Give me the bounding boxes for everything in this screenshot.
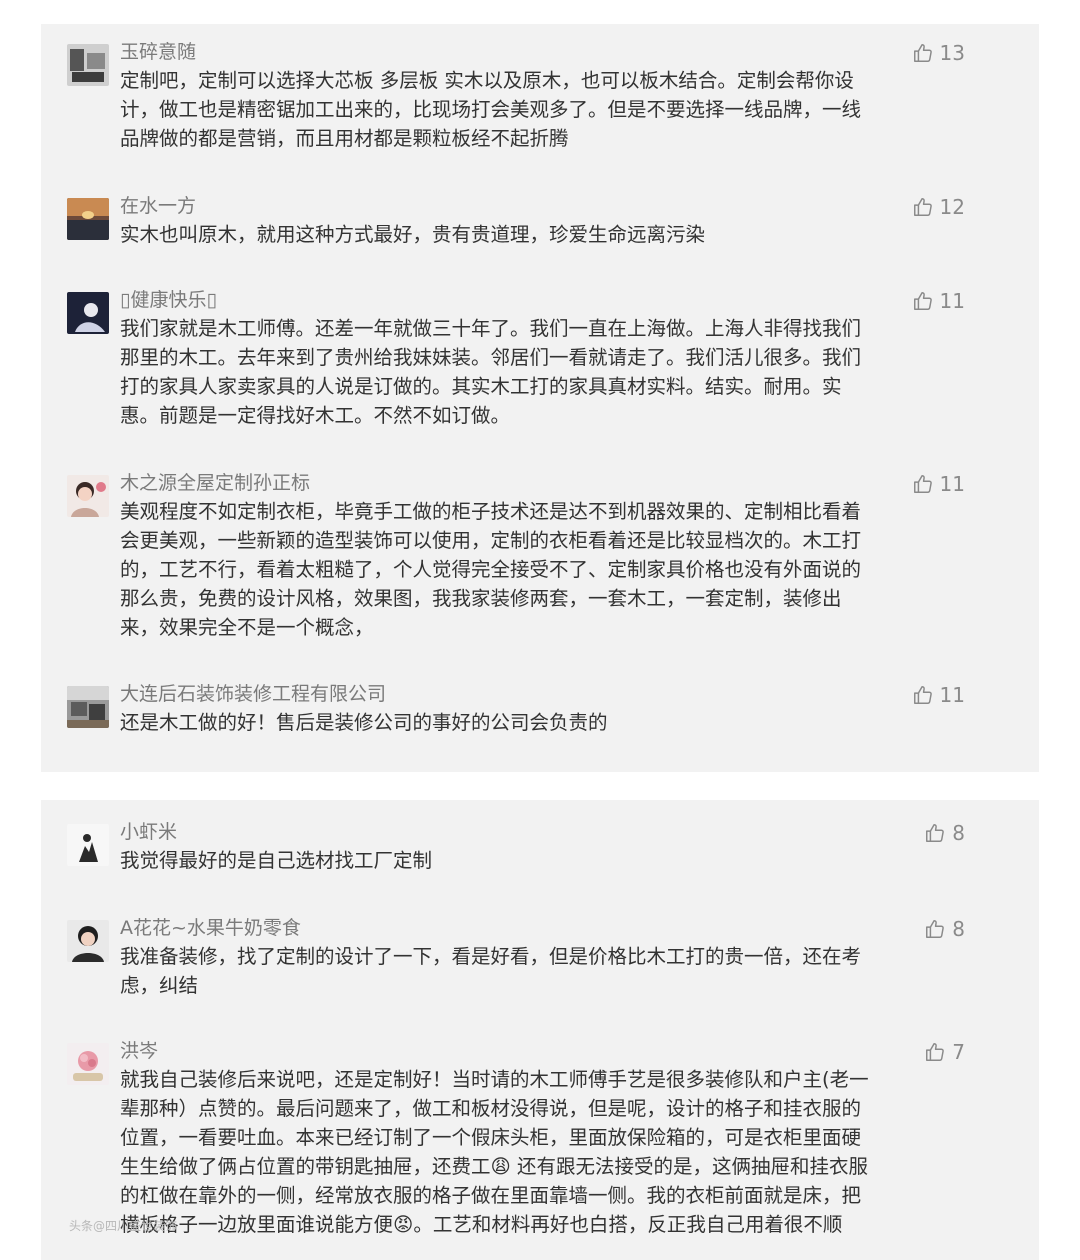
like-button[interactable]: 12 <box>912 194 965 220</box>
avatar[interactable] <box>67 475 109 517</box>
like-button[interactable]: 11 <box>912 288 965 314</box>
like-count: 12 <box>939 195 965 219</box>
username[interactable]: A花花~水果牛奶零食 <box>120 916 301 940</box>
comment-text: 我觉得最好的是自己选材找工厂定制 <box>120 849 433 872</box>
comment-text: 美观程度不如定制衣柜，毕竟手工做的柜子技术还是达不到机器效果的、定制相比看着 会… <box>120 500 862 639</box>
comment-text: 就我自己装修后来说吧，还是定制好！当时请的木工师傅手艺是很多装修队和户主(老一 … <box>120 1068 869 1236</box>
comment-text: 我们家就是木工师傅。还差一年就做三十年了。我们一直在上海做。上海人非得找我们 那… <box>120 317 862 427</box>
comment-panel-2: 小虾米 8 我觉得最好的是自己选材找工厂定制 A花花~水果牛奶零食 8 我准备装… <box>41 800 1039 1260</box>
comment-panel-1: 玉碎意随 13 定制吧，定制可以选择大芯板 多层板 实木以及原木，也可以板木结合… <box>41 24 1039 772</box>
like-count: 13 <box>939 41 965 65</box>
comment-text: 还是木工做的好！售后是装修公司的事好的公司会负责的 <box>120 711 608 734</box>
like-button[interactable]: 11 <box>912 471 965 497</box>
thumbs-up-icon <box>913 686 932 704</box>
thumbs-up-icon <box>913 198 932 216</box>
thumbs-up-icon <box>926 1043 945 1061</box>
like-count: 11 <box>939 289 965 313</box>
like-button[interactable]: 8 <box>924 916 965 942</box>
like-count: 11 <box>939 472 965 496</box>
username[interactable]: 小虾米 <box>120 820 177 844</box>
like-count: 8 <box>952 821 965 845</box>
avatar[interactable] <box>67 198 109 240</box>
avatar[interactable] <box>67 1043 109 1085</box>
avatar[interactable] <box>67 686 109 728</box>
like-button[interactable]: 8 <box>924 820 965 846</box>
thumbs-up-icon <box>913 44 932 62</box>
watermark: 头条@四川盛世装饰 <box>69 1219 178 1233</box>
like-button[interactable]: 13 <box>912 40 965 66</box>
avatar[interactable] <box>67 920 109 962</box>
like-count: 7 <box>952 1040 965 1064</box>
like-button[interactable]: 11 <box>912 682 965 708</box>
comment-text: 实木也叫原木，就用这种方式最好，贵有贵道理，珍爱生命远离污染 <box>120 223 706 246</box>
like-count: 8 <box>952 917 965 941</box>
thumbs-up-icon <box>926 824 945 842</box>
thumbs-up-icon <box>913 475 932 493</box>
comment-text: 定制吧，定制可以选择大芯板 多层板 实木以及原木，也可以板木结合。定制会帮你设 … <box>120 69 862 150</box>
like-button[interactable]: 7 <box>924 1039 965 1065</box>
username[interactable]: ▯健康快乐▯ <box>120 288 217 312</box>
avatar[interactable] <box>67 824 109 866</box>
thumbs-up-icon <box>913 292 932 310</box>
username[interactable]: 在水一方 <box>120 194 196 218</box>
comment-text: 我准备装修，找了定制的设计了一下，看是好看，但是价格比木工打的贵一倍，还在考 虑… <box>120 945 862 997</box>
avatar[interactable] <box>67 44 109 86</box>
avatar[interactable] <box>67 292 109 334</box>
username[interactable]: 木之源全屋定制孙正标 <box>120 471 310 495</box>
thumbs-up-icon <box>926 920 945 938</box>
username[interactable]: 大连后石装饰装修工程有限公司 <box>120 682 386 706</box>
like-count: 11 <box>939 683 965 707</box>
username[interactable]: 玉碎意随 <box>120 40 196 64</box>
username[interactable]: 洪岑 <box>120 1039 158 1063</box>
